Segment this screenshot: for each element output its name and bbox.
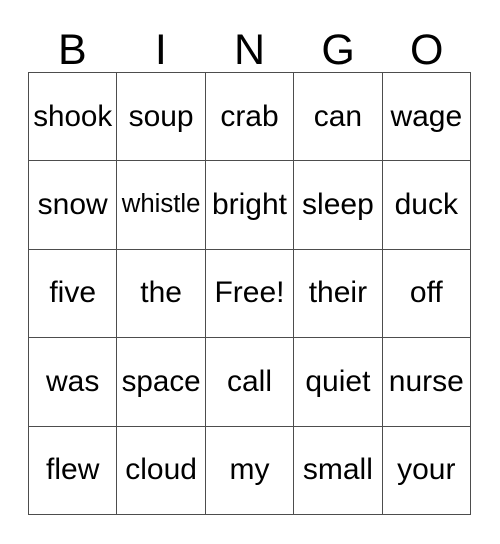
bingo-cell-r1c3[interactable]: crab <box>205 73 295 162</box>
bingo-cell-r2c4[interactable]: sleep <box>294 161 383 250</box>
bingo-cell-r5c1[interactable]: flew <box>29 426 118 515</box>
bingo-cell-r5c3[interactable]: my <box>205 426 295 515</box>
bingo-cell-label: bright <box>211 188 288 222</box>
bingo-cell-label: crab <box>220 99 279 133</box>
bingo-grid: shook soup crab can wage snow whistle br… <box>28 72 471 515</box>
bingo-cell-r1c5[interactable]: wage <box>382 73 471 162</box>
header-letter-g: G <box>321 26 355 74</box>
bingo-cell-label: your <box>397 453 456 487</box>
bingo-cell-label: can <box>313 99 363 133</box>
bingo-card: B I N G O shook soup crab can wage snow … <box>0 0 500 544</box>
bingo-cell-r3c4[interactable]: their <box>294 249 383 339</box>
bingo-cell-label: small <box>302 453 373 487</box>
bingo-cell-label: the <box>140 276 182 310</box>
bingo-cell-label: Free! <box>214 276 285 310</box>
bingo-header-row: B I N G O <box>28 16 471 72</box>
header-letter-n: N <box>233 26 266 74</box>
bingo-cell-r4c3[interactable]: call <box>205 338 295 427</box>
header-letter-b: B <box>57 26 87 74</box>
bingo-cell-label: five <box>49 276 97 310</box>
bingo-cell-r3c2[interactable]: the <box>117 249 206 339</box>
bingo-cell-r4c5[interactable]: nurse <box>382 338 471 427</box>
bingo-cell-r1c2[interactable]: soup <box>117 73 206 162</box>
bingo-cell-label: whistle <box>121 190 201 219</box>
bingo-cell-label: flew <box>46 453 100 487</box>
bingo-cell-r1c1[interactable]: shook <box>29 73 118 162</box>
bingo-cell-label: off <box>409 276 443 310</box>
bingo-cell-r2c5[interactable]: duck <box>382 161 471 250</box>
bingo-cell-r4c2[interactable]: space <box>117 338 206 427</box>
header-letter-i: I <box>154 26 167 74</box>
bingo-cell-label: sleep <box>302 188 374 222</box>
bingo-cell-r3c5[interactable]: off <box>382 249 471 339</box>
bingo-cell-label: soup <box>128 99 194 133</box>
bingo-cell-r4c1[interactable]: was <box>29 338 118 427</box>
bingo-cell-r2c1[interactable]: snow <box>29 161 118 250</box>
bingo-cell-r3c1[interactable]: five <box>29 249 118 339</box>
bingo-cell-label: nurse <box>388 364 464 398</box>
bingo-cell-r1c4[interactable]: can <box>294 73 383 162</box>
bingo-cell-label: was <box>46 364 100 398</box>
bingo-cell-r2c2[interactable]: whistle <box>117 161 206 250</box>
bingo-cell-label: quiet <box>305 364 371 398</box>
bingo-cell-label: wage <box>390 99 463 133</box>
bingo-cell-free-space[interactable]: Free! <box>205 249 295 339</box>
bingo-cell-label: space <box>121 365 201 399</box>
bingo-cell-label: call <box>226 364 272 398</box>
bingo-cell-label: shook <box>33 99 113 133</box>
bingo-cell-label: snow <box>37 188 108 222</box>
header-letter-o: O <box>409 26 444 74</box>
bingo-cell-label: cloud <box>125 453 197 487</box>
bingo-cell-r2c3[interactable]: bright <box>205 161 295 250</box>
bingo-cell-r5c2[interactable]: cloud <box>117 426 206 515</box>
bingo-cell-r4c4[interactable]: quiet <box>294 338 383 427</box>
bingo-cell-label: their <box>308 276 368 310</box>
bingo-cell-label: duck <box>394 188 458 222</box>
bingo-cell-r5c5[interactable]: your <box>382 426 471 515</box>
bingo-cell-r5c4[interactable]: small <box>294 426 383 515</box>
bingo-cell-label: my <box>229 453 270 487</box>
